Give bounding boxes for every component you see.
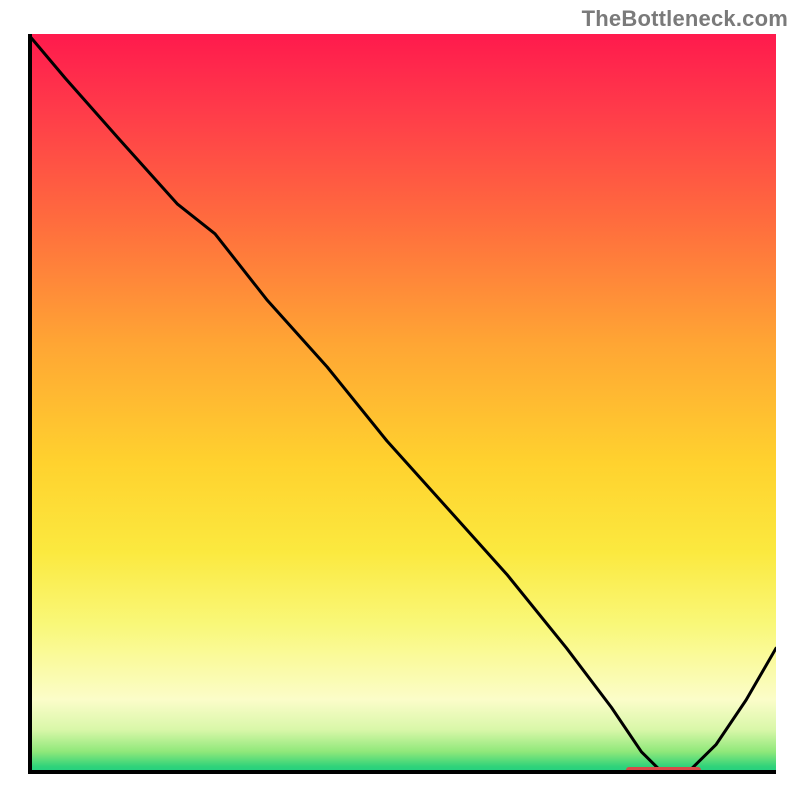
plot-area	[28, 34, 776, 774]
watermark-text: TheBottleneck.com	[582, 6, 788, 32]
bottleneck-curve-path	[28, 34, 776, 774]
curve-svg	[28, 34, 776, 774]
optimal-range-marker	[626, 767, 701, 773]
chart-container: TheBottleneck.com	[0, 0, 800, 800]
